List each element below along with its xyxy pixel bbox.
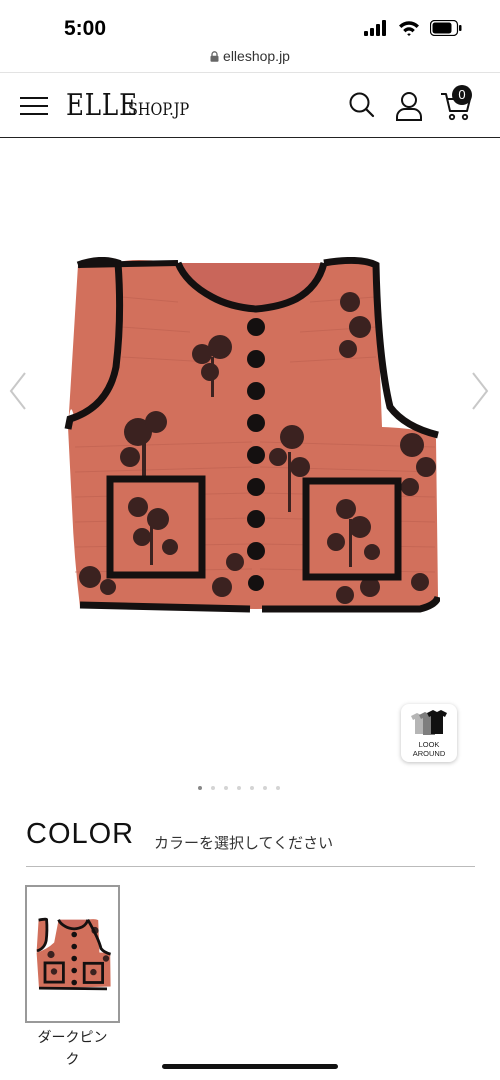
account-icon[interactable] xyxy=(395,91,423,125)
product-vest-image xyxy=(64,257,440,613)
address-bar[interactable]: elleshop.jp xyxy=(0,48,500,72)
previous-arrow-icon[interactable] xyxy=(8,371,28,415)
site-header: ELLE SHOP.JP xyxy=(0,72,500,138)
lock-icon xyxy=(210,49,219,65)
logo-elle: ELLE xyxy=(66,88,138,123)
cart-count-badge: 0 xyxy=(452,85,472,105)
pagination-dot[interactable] xyxy=(276,786,280,790)
color-instruction: カラーを選択してください xyxy=(154,834,334,852)
url-text: elleshop.jp xyxy=(223,48,290,64)
look-around-label: LOOK AROUND xyxy=(412,740,446,758)
look-around-button[interactable]: LOOK AROUND xyxy=(401,704,457,762)
pagination-dot[interactable] xyxy=(263,786,267,790)
carousel-pagination xyxy=(198,786,280,790)
pagination-dot[interactable] xyxy=(198,786,202,790)
status-time: 5:00 xyxy=(64,17,107,40)
shirts-icon xyxy=(409,710,449,742)
pagination-dot[interactable] xyxy=(237,786,241,790)
color-heading: COLOR xyxy=(26,818,135,850)
divider xyxy=(26,866,475,867)
pagination-dot[interactable] xyxy=(224,786,228,790)
swatch-vest-thumbnail xyxy=(36,917,111,991)
search-icon[interactable] xyxy=(348,91,376,123)
pagination-dot[interactable] xyxy=(250,786,254,790)
home-indicator xyxy=(162,1064,338,1069)
wifi-icon xyxy=(398,20,420,40)
site-logo[interactable]: ELLE SHOP.JP xyxy=(66,88,200,123)
status-bar: 5:00 xyxy=(0,0,500,48)
status-icons xyxy=(364,19,462,40)
next-arrow-icon[interactable] xyxy=(470,371,490,415)
pagination-dot[interactable] xyxy=(211,786,215,790)
logo-shop: SHOP.JP xyxy=(128,100,190,120)
product-image-carousel[interactable]: LOOK AROUND xyxy=(0,139,500,779)
color-swatch-label: ダークピン ク xyxy=(37,1030,108,1068)
color-swatch-dark-pink[interactable] xyxy=(25,885,120,1023)
signal-icon xyxy=(364,20,388,40)
battery-icon xyxy=(429,19,462,40)
menu-icon[interactable] xyxy=(20,97,48,115)
